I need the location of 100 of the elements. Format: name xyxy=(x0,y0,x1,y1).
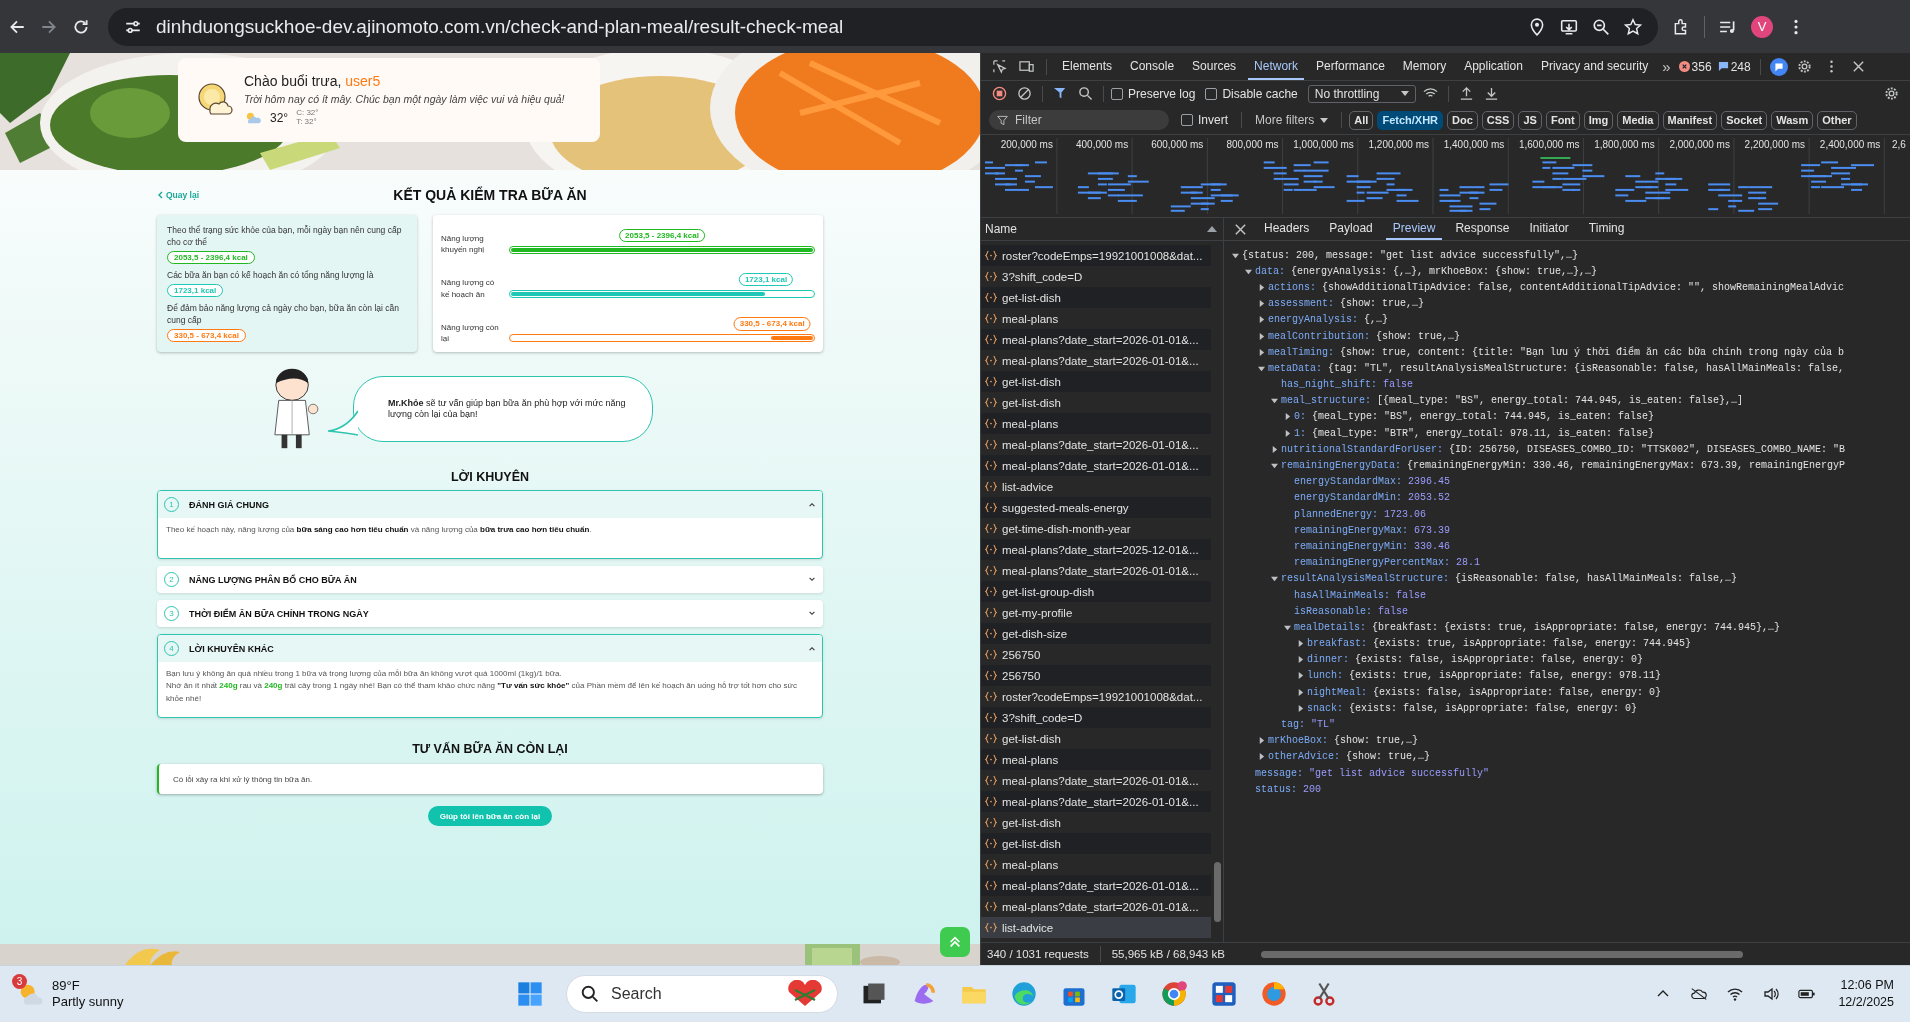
request-row[interactable]: suggested-meals-energy xyxy=(981,497,1211,518)
type-filter-chip[interactable]: Font xyxy=(1545,110,1580,130)
devtools-tab[interactable]: Performance xyxy=(1310,53,1391,80)
devtools-tab[interactable]: Elements xyxy=(1056,53,1119,80)
type-filter-chip[interactable]: Img xyxy=(1583,110,1614,130)
detail-tab[interactable]: Timing xyxy=(1581,218,1632,240)
collapse-arrow-icon[interactable] xyxy=(1271,575,1278,583)
request-row[interactable]: get-list-dish xyxy=(981,287,1211,308)
type-filter-chip[interactable]: JS xyxy=(1518,110,1542,130)
devtools-tab[interactable]: Memory xyxy=(1396,53,1453,80)
request-row[interactable]: 256750 xyxy=(981,665,1211,686)
type-filter-chip[interactable]: Manifest xyxy=(1662,110,1718,130)
request-row[interactable]: list-advice xyxy=(981,917,1211,938)
expand-arrow-icon[interactable] xyxy=(1297,688,1304,696)
sparkle-chat-icon[interactable] xyxy=(1769,57,1788,76)
request-row[interactable]: 3?shift_code=D xyxy=(981,707,1211,728)
inspect-element-icon[interactable] xyxy=(992,59,1007,74)
grid-app-icon[interactable] xyxy=(1210,980,1238,1008)
request-row[interactable]: meal-plans?date_start=2026-01-01&... xyxy=(981,455,1211,476)
install-app-icon[interactable] xyxy=(1560,17,1578,36)
collapse-arrow-icon[interactable] xyxy=(1258,364,1265,372)
request-row[interactable]: meal-plans?date_start=2026-01-01&... xyxy=(981,791,1211,812)
request-row[interactable]: get-list-dish xyxy=(981,371,1211,392)
accordion-header[interactable]: 4 LỜI KHUYÊN KHÁC xyxy=(158,635,822,662)
request-row[interactable]: meal-plans xyxy=(981,413,1211,434)
zoom-icon[interactable] xyxy=(1592,17,1610,36)
type-filter-chip[interactable]: Wasm xyxy=(1771,110,1814,130)
expand-arrow-icon[interactable] xyxy=(1297,656,1304,664)
start-icon[interactable] xyxy=(516,980,544,1008)
more-filters-dropdown[interactable]: More filters xyxy=(1255,113,1329,127)
wifi-icon[interactable] xyxy=(1726,986,1745,1002)
error-count[interactable]: 356 xyxy=(1691,59,1712,74)
detail-tab[interactable]: Initiator xyxy=(1522,218,1576,240)
reload-icon[interactable] xyxy=(72,17,90,36)
collapse-arrow-icon[interactable] xyxy=(1232,251,1239,259)
devtools-tab[interactable]: Privacy and security xyxy=(1534,53,1655,80)
devtools-tab[interactable]: Network xyxy=(1248,53,1305,80)
collapse-arrow-icon[interactable] xyxy=(1245,267,1252,275)
clear-icon[interactable] xyxy=(1017,86,1032,101)
device-toolbar-icon[interactable] xyxy=(1019,59,1034,74)
type-filter-chip[interactable]: Media xyxy=(1617,110,1659,130)
upload-icon[interactable] xyxy=(1459,86,1475,101)
collapse-arrow-icon[interactable] xyxy=(1271,397,1278,405)
scrollbar-thumb[interactable] xyxy=(1260,950,1744,958)
type-filter-chip[interactable]: Other xyxy=(1817,110,1857,130)
settings-icon[interactable] xyxy=(1884,86,1899,101)
request-row[interactable]: get-list-dish xyxy=(981,833,1211,854)
profile-avatar[interactable]: V xyxy=(1751,15,1773,38)
circle-logo-icon[interactable] xyxy=(1260,980,1288,1008)
request-row[interactable]: roster?codeEmps=19921001008&dat... xyxy=(981,245,1211,266)
devtools-tab[interactable]: Console xyxy=(1124,53,1181,80)
bookmark-star-icon[interactable] xyxy=(1624,17,1642,36)
detail-tab[interactable]: Payload xyxy=(1322,218,1380,240)
collapse-arrow-icon[interactable] xyxy=(1284,623,1291,631)
location-pin-icon[interactable] xyxy=(1528,17,1546,36)
type-filter-chip[interactable]: Fetch/XHR xyxy=(1377,110,1444,130)
detail-tab[interactable]: Response xyxy=(1448,218,1517,240)
column-header[interactable]: Name xyxy=(985,222,1017,236)
request-row[interactable]: meal-plans?date_start=2026-01-01&... xyxy=(981,875,1211,896)
checkbox[interactable] xyxy=(1181,114,1193,126)
expand-arrow-icon[interactable] xyxy=(1297,640,1304,648)
type-filter-chip[interactable]: Socket xyxy=(1721,110,1768,130)
expand-arrow-icon[interactable] xyxy=(1258,737,1265,745)
scrollbar-thumb[interactable] xyxy=(1214,862,1221,922)
detail-tab[interactable]: Preview xyxy=(1385,218,1443,240)
expand-arrow-icon[interactable] xyxy=(1271,445,1278,453)
address-bar[interactable]: dinhduongsuckhoe-dev.ajinomoto.com.vn/check-and-plan-meal/result-check-meal xyxy=(108,7,1658,46)
type-filter-chip[interactable]: All xyxy=(1349,110,1374,130)
record-stop-icon[interactable] xyxy=(992,86,1007,101)
expand-arrow-icon[interactable] xyxy=(1258,332,1265,340)
download-icon[interactable] xyxy=(1484,86,1500,101)
expand-arrow-icon[interactable] xyxy=(1258,316,1265,324)
filter-field[interactable]: Filter xyxy=(989,110,1169,130)
accordion-header[interactable]: 1 ĐÁNH GIÁ CHUNG xyxy=(158,491,822,518)
expand-arrow-icon[interactable] xyxy=(1284,429,1291,437)
throttling-dropdown[interactable]: No throttling xyxy=(1307,84,1417,103)
type-filter-chip[interactable]: CSS xyxy=(1481,110,1515,130)
message-count[interactable]: 248 xyxy=(1730,59,1751,74)
cloud-off-icon[interactable] xyxy=(1690,986,1709,1002)
request-row[interactable]: get-list-group-dish xyxy=(981,581,1211,602)
checkbox[interactable] xyxy=(1205,87,1218,100)
accordion-header[interactable]: 3 THỜI ĐIỂM ĂN BỮA CHÍNH TRONG NGÀY xyxy=(158,601,822,626)
detail-tab[interactable]: Headers xyxy=(1257,218,1317,240)
type-filter-chip[interactable]: Doc xyxy=(1447,110,1478,130)
chevron-down-icon[interactable] xyxy=(808,611,816,616)
collapse-arrow-icon[interactable] xyxy=(1271,462,1278,470)
chevron-up-icon[interactable] xyxy=(808,502,816,507)
checkbox[interactable] xyxy=(1111,87,1123,100)
search-icon[interactable] xyxy=(1078,86,1093,101)
expand-arrow-icon[interactable] xyxy=(1258,348,1265,356)
request-row[interactable]: meal-plans?date_start=2026-01-01&... xyxy=(981,329,1211,350)
expand-arrow-icon[interactable] xyxy=(1284,413,1291,421)
circle-logo-icon[interactable] xyxy=(1160,980,1188,1008)
expand-arrow-icon[interactable] xyxy=(1297,672,1304,680)
chevron-down-icon[interactable] xyxy=(808,577,816,582)
devtools-tab[interactable]: Sources xyxy=(1186,53,1243,80)
more-tabs-button[interactable]: » xyxy=(1660,58,1673,75)
devtools-tab[interactable]: Application xyxy=(1458,53,1529,80)
filter-icon[interactable] xyxy=(1053,86,1068,101)
expand-arrow-icon[interactable] xyxy=(1297,704,1304,712)
